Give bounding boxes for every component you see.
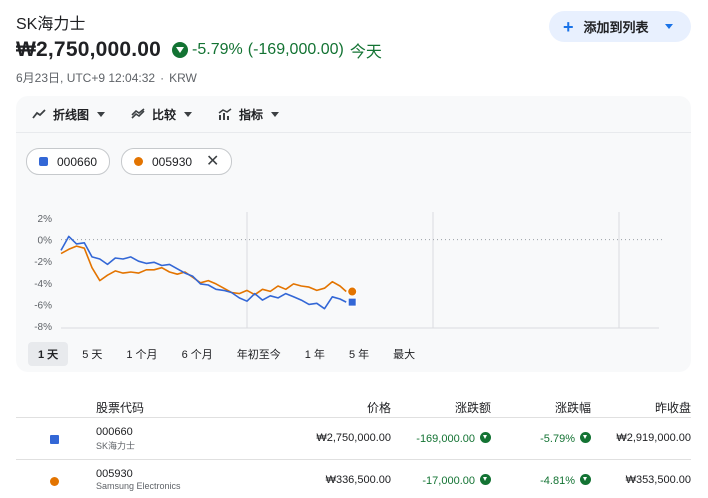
compare-menu[interactable]: 比较 — [131, 106, 193, 123]
y-tick-label: -2% — [34, 257, 52, 268]
row-pct-value: -5.79% — [540, 433, 575, 445]
currency-label: KRW — [169, 71, 197, 85]
header-prev-close: 昨收盘 — [654, 401, 691, 415]
chip-000660[interactable]: 000660 — [26, 148, 111, 175]
quote-timestamp: 6月23日, UTC+9 12:04:32 — [16, 71, 156, 85]
price-summary: ₩2,750,000.00 -5.79% (-169,000.00) 今天 — [16, 38, 382, 62]
series-color-square — [50, 435, 59, 444]
range-option[interactable]: 5 天 — [72, 342, 112, 366]
toolbar-divider — [16, 132, 691, 133]
row-change-value: -17,000.00 — [422, 475, 475, 487]
range-selector: 1 天5 天1 个月 6 个月 年初至今 1 年5 年最大 — [28, 342, 429, 366]
chart-toolbar: 折线图 比较 指标 — [32, 104, 305, 124]
header-change-pct: 涨跌幅 — [554, 401, 591, 415]
y-tick-label: -8% — [34, 322, 52, 330]
table-header: 股票代码 价格 涨跌额 涨跌幅 昨收盘 — [16, 396, 691, 418]
arrow-down-icon — [480, 432, 491, 443]
range-option[interactable]: 最大 — [383, 342, 425, 366]
series-color-square — [39, 157, 48, 166]
compare-label: 比较 — [152, 107, 177, 122]
series-line-000660 — [60, 235, 347, 310]
comparison-table: 股票代码 价格 涨跌额 涨跌幅 昨收盘 000660 SK海力士 ₩2,750,… — [16, 396, 691, 498]
header-price: 价格 — [366, 401, 391, 415]
row-prev-close: ₩2,919,000.00 — [616, 432, 691, 444]
table-row[interactable]: 000660 SK海力士 ₩2,750,000.00 -169,000.00 -… — [16, 418, 691, 460]
y-tick-label: -6% — [34, 300, 52, 311]
y-tick-label: -4% — [34, 279, 52, 290]
row-code: 005930 — [96, 468, 133, 480]
chart-panel: 折线图 比较 指标 000660 005930 ✕ 2% 0% -2% -4% -6% -… — [16, 96, 691, 372]
chip-label: 000660 — [57, 154, 98, 169]
change-percent: -5.79% — [192, 41, 243, 58]
y-tick-label: 2% — [38, 214, 53, 225]
range-option[interactable]: 6 个月 — [172, 342, 223, 366]
plus-icon: + — [563, 16, 574, 37]
arrow-down-icon — [480, 474, 491, 485]
caret-down-icon — [184, 111, 193, 117]
row-price: ₩2,750,000.00 — [316, 432, 391, 444]
row-change-pct: -5.79% — [540, 432, 591, 445]
y-tick-label: 0% — [38, 236, 53, 247]
series-end-marker-005930 — [347, 286, 358, 297]
series-color-dot — [134, 157, 143, 166]
row-prev-close: ₩353,500.00 — [625, 474, 691, 486]
row-price: ₩336,500.00 — [325, 474, 391, 486]
indicators-label: 指标 — [239, 107, 264, 122]
quote-meta: 6月23日, UTC+9 12:04:32 · KRW — [16, 69, 197, 86]
price-chart[interactable]: 2%0%-2%-4%-6%-8%09:0011:0013:0015:00 — [16, 180, 691, 330]
header-change: 涨跌额 — [454, 401, 491, 415]
row-pct-value: -4.81% — [540, 475, 575, 487]
table-row[interactable]: 005930 Samsung Electronics ₩336,500.00 -… — [16, 460, 691, 498]
chip-005930[interactable]: 005930 ✕ — [121, 148, 233, 175]
row-name: SK海力士 — [96, 441, 136, 451]
chip-label: 005930 — [152, 154, 193, 169]
close-icon[interactable]: ✕ — [206, 153, 219, 170]
add-to-list-button[interactable]: + 添加到列表 — [549, 11, 691, 42]
row-change: -169,000.00 — [416, 432, 491, 445]
indicators-icon — [218, 108, 232, 120]
line-chart-menu[interactable]: 折线图 — [32, 106, 106, 123]
series-color-dot — [50, 477, 59, 486]
caret-down-icon — [97, 111, 106, 117]
compare-icon — [131, 108, 145, 119]
meta-separator: · — [160, 71, 165, 85]
row-code: 000660 — [96, 426, 133, 438]
range-option[interactable]: 5 年 — [339, 342, 379, 366]
caret-down-icon — [665, 24, 673, 29]
arrow-down-icon — [580, 474, 591, 485]
line-chart-label: 折线图 — [53, 107, 90, 122]
range-option[interactable]: 年初至今 — [227, 342, 291, 366]
row-change: -17,000.00 — [422, 474, 491, 487]
change-amount: (-169,000.00) — [247, 41, 344, 58]
row-change-value: -169,000.00 — [416, 433, 475, 445]
row-name: Samsung Electronics — [96, 481, 181, 491]
arrow-down-icon — [580, 432, 591, 443]
range-option[interactable]: 1 个月 — [116, 342, 167, 366]
range-option[interactable]: 1 天 — [28, 342, 69, 366]
add-to-list-label: 添加到列表 — [583, 20, 649, 35]
range-option[interactable]: 1 年 — [295, 342, 335, 366]
line-chart-icon — [32, 109, 46, 119]
caret-down-icon — [271, 111, 280, 117]
page-title: SK海力士 — [16, 16, 86, 33]
change-period: 今天 — [349, 44, 382, 61]
row-change-pct: -4.81% — [540, 474, 591, 487]
header-symbol: 股票代码 — [96, 401, 145, 415]
indicators-menu[interactable]: 指标 — [218, 106, 280, 123]
current-price: ₩2,750,000.00 — [16, 38, 162, 61]
series-line-005930 — [60, 245, 347, 296]
arrow-down-icon — [172, 42, 189, 58]
series-end-marker-000660 — [347, 297, 357, 307]
